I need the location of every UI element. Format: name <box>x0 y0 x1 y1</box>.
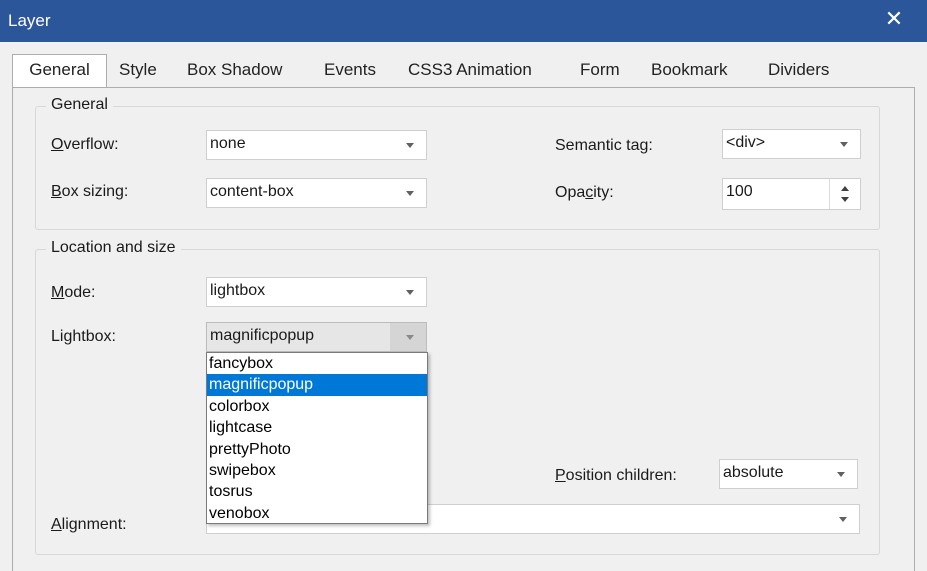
chevron-down-icon <box>840 142 848 147</box>
window-title: Layer <box>8 11 51 30</box>
opacity-label: Opacity: <box>555 184 614 201</box>
lightbox-option-magnificpopup[interactable]: magnificpopup <box>207 374 427 396</box>
chevron-down-icon <box>406 143 414 148</box>
lightbox-option-lightcase[interactable]: lightcase <box>207 417 427 438</box>
semantic-tag-label: Semantic tag: <box>555 137 653 154</box>
opacity-value: 100 <box>726 183 753 200</box>
chevron-down-icon <box>406 290 414 295</box>
lightbox-option-fancybox[interactable]: fancybox <box>207 353 427 374</box>
general-group-title: General <box>46 96 113 114</box>
tab-events[interactable]: Events <box>324 60 376 80</box>
mode-label: Mode: <box>51 284 96 301</box>
overflow-value: none <box>210 135 246 152</box>
chevron-down-icon <box>406 191 414 196</box>
location-size-group-title: Location and size <box>46 239 181 257</box>
tab-style[interactable]: Style <box>119 60 157 80</box>
title-bar: Layer ✕ <box>0 0 927 42</box>
box-sizing-select[interactable]: content-box <box>206 178 427 208</box>
mode-value: lightbox <box>210 282 266 299</box>
chevron-down-icon <box>406 335 414 340</box>
tab-bookmark[interactable]: Bookmark <box>651 60 728 80</box>
chevron-down-icon <box>837 472 845 477</box>
lightbox-option-tosrus[interactable]: tosrus <box>207 481 427 502</box>
close-icon[interactable]: ✕ <box>881 6 907 32</box>
lightbox-label: Lightbox: <box>51 328 116 345</box>
lightbox-option-prettyphoto[interactable]: prettyPhoto <box>207 439 427 460</box>
tab-dividers[interactable]: Dividers <box>768 60 829 80</box>
position-children-label: Position children: <box>555 467 677 484</box>
opacity-spin-buttons <box>829 179 860 209</box>
tab-css3-animation[interactable]: CSS3 Animation <box>408 60 532 80</box>
box-sizing-value: content-box <box>210 183 294 200</box>
lightbox-option-colorbox[interactable]: colorbox <box>207 396 427 417</box>
lightbox-value: magnificpopup <box>210 327 315 344</box>
tab-form[interactable]: Form <box>580 60 620 80</box>
tab-box-shadow[interactable]: Box Shadow <box>187 60 282 80</box>
semantic-tag-select[interactable]: <div> <box>722 129 861 159</box>
box-sizing-label: Box sizing: <box>51 183 129 200</box>
overflow-select[interactable]: none <box>206 130 427 160</box>
lightbox-option-venobox[interactable]: venobox <box>207 503 427 524</box>
overflow-label: Overflow: <box>51 136 119 153</box>
lightbox-option-swipebox[interactable]: swipebox <box>207 460 427 481</box>
chevron-down-icon <box>839 517 847 522</box>
spin-up-icon[interactable] <box>841 186 849 191</box>
position-children-value: absolute <box>723 464 784 481</box>
mode-select[interactable]: lightbox <box>206 277 427 307</box>
position-children-select[interactable]: absolute <box>719 459 858 489</box>
semantic-tag-value: <div> <box>726 134 766 151</box>
tab-general[interactable]: General <box>12 54 107 87</box>
opacity-spinner[interactable]: 100 <box>722 178 861 210</box>
general-group: General <box>35 96 880 230</box>
lightbox-dropdown-list: fancybox magnificpopup colorbox lightcas… <box>206 352 428 524</box>
alignment-label: Alignment: <box>51 516 127 533</box>
spin-down-icon[interactable] <box>841 197 849 202</box>
lightbox-select[interactable]: magnificpopup <box>206 322 427 352</box>
